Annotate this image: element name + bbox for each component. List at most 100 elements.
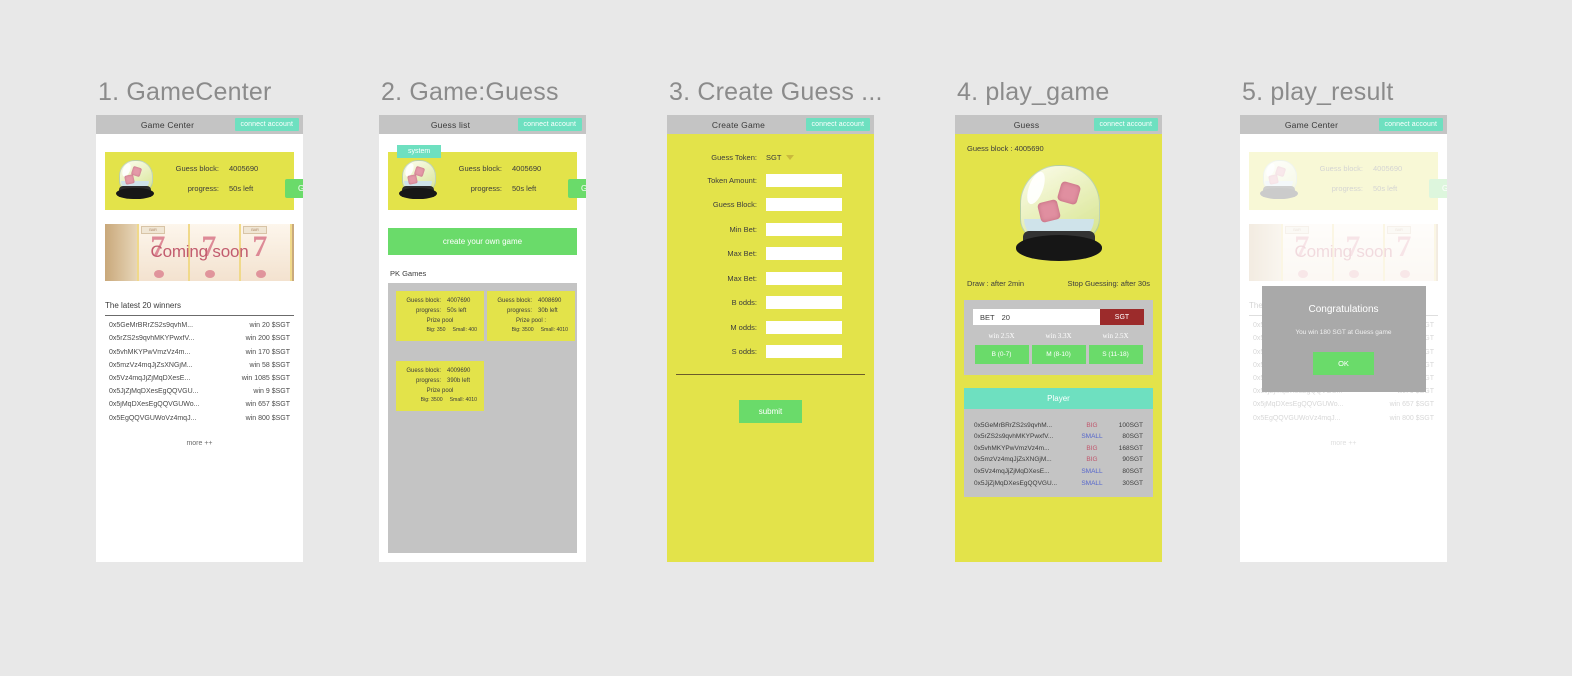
hero-info: Guess block: 4005690 progress: 50s left Gue… [1301,158,1447,204]
connect-account-button[interactable]: connect account [1093,118,1158,131]
modal-ok-button[interactable]: OK [1313,351,1374,375]
pool-big: Big: 350 [426,327,446,333]
progress-label: progress: [1331,184,1363,193]
player-address: 0x5rZS2s9qvhMKYPwxfV... [974,433,1054,441]
pool-big: Big: 3500 [511,327,534,333]
divider [676,374,865,375]
hero-info: Guess block: 4005690 progress: 50s left … [440,158,586,204]
coming-soon-banner[interactable]: BAR BAR 7 7 7 Coming soon [105,224,294,281]
guess-hero-card[interactable]: Guess block: 4005690 progress: 50s left … [105,152,303,210]
field-label: B odds: [731,298,757,307]
player-address: 0x5Vz4mqJjZjMqDXesE... [974,467,1050,475]
bet-input[interactable]: BET 20 [973,309,1100,325]
m-odds-input[interactable] [766,320,842,334]
game-body: Guess block : 4005690 Draw : after 2min … [955,134,1162,562]
winner-prize: win 800 $SGT [245,414,290,422]
bet-big-button[interactable]: B (0-7) [974,345,1029,364]
pk-game-card[interactable]: Guess block: 4009690 progress: 390b left P… [396,361,484,411]
guess-button[interactable]: Guess [285,179,303,198]
panel-title: 2. Game:Guess [381,78,559,106]
hero-block-row: Guess block: 4005690 [157,164,303,173]
winners-section: The latest 20 winners 0x5GeMrBRrZS2s9qvh… [105,301,294,447]
pk-game-card[interactable]: Guess block: 4007690 progress: 50s left Pr… [396,291,484,341]
block-value: 4005690 [229,164,259,173]
appbar: Game Center connect account [1240,115,1447,134]
congratulations-modal: Congratulations You win 180 SGT at Guess… [1261,285,1426,392]
field-label: Guess Block: [712,200,757,209]
appbar: Create Game connect account [667,115,874,134]
odds-text: win 2.5X [988,332,1015,340]
player-amount: 80SGT [1122,433,1143,441]
block-value: 4009690 [447,368,471,374]
bet-input-row: BET 20 SGT [973,309,1144,325]
guess-block-text: Guess block : 4005690 [967,144,1044,153]
connect-account-button[interactable]: connect account [234,118,299,131]
s-odds-input[interactable] [766,345,842,358]
pk-games-area: Guess block: 4007690 progress: 50s left Pr… [388,283,577,553]
hero-block-row: Guess block: 4005690 [440,164,586,173]
guess-button[interactable]: Guess [568,179,586,198]
field-label: Max Bet: [727,273,757,283]
coming-soon-banner: BAR BAR 7 7 7 Coming soon [1249,224,1438,281]
winner-address: 0x5rZS2s9qvhMKYPwxfV... [109,335,195,343]
panel-gamecenter: 1. GameCenter Game Center connect accoun… [96,78,303,562]
progress-label: progress: [415,378,441,384]
pk-game-card[interactable]: Guess block: 4008690 progress: 30b left Pr… [487,291,575,341]
max-bet-input-2[interactable] [766,271,842,285]
table-row: 0x5mzVz4mqJjZsXNGjM... win 58 $SGT [105,356,294,369]
b-odds-input[interactable] [766,296,842,309]
draw-timer: Draw : after 2min [967,279,1025,288]
bet-medium-button[interactable]: M (8-10) [1031,345,1086,364]
winner-prize: win 1085 $SGT [241,374,290,382]
connect-account-button[interactable]: connect account [805,118,870,131]
form-row: M odds: [667,320,874,334]
guess-block-input[interactable] [766,198,842,211]
winner-prize: win 800 $SGT [1389,414,1434,422]
appbar: Game Center connect account [96,115,303,134]
winners-title: The latest 20 winners [105,301,294,316]
field-label: M odds: [730,322,757,332]
player-side: BIG [1086,421,1098,429]
submit-button[interactable]: submit [738,400,803,423]
form-row: Min Bet: [667,222,874,236]
bet-small-button[interactable]: S (11-18) [1088,345,1143,364]
block-value: 4005690 [1373,164,1403,173]
hero-progress-row: progress: 50s left Guess [440,179,586,198]
sgt-token-tag[interactable]: SGT [1100,309,1144,325]
guess-hero-card[interactable]: system Guess block: 4005690 progress: 50… [388,145,586,210]
player-side: BIG [1086,456,1098,464]
player-amount: 100SGT [1118,421,1143,429]
panel-play-game: 4. play_game Guess connect account Guess… [955,78,1162,562]
max-bet-input[interactable] [766,247,842,260]
table-row: 0x5EgQQVGUWoVz4mqJ... win 800 $SGT [1249,408,1438,422]
block-label: Guess block: [1319,164,1363,173]
odds-text: win 2.5X [1102,332,1129,340]
block-label: Guess block: [458,164,502,173]
hero-progress-row: progress: 50s left Guess [157,179,303,198]
player-address: 0x5JjZjMqDXesEgQQVGU... [974,479,1058,487]
connect-account-button[interactable]: connect account [517,118,582,131]
block-label: Guess block: [406,298,441,304]
modal-message: You win 180 SGT at Guess game [1295,328,1392,336]
player-amount: 30SGT [1122,479,1143,487]
pk-games-label: PK Games [390,269,427,278]
connect-account-button[interactable]: connect account [1378,118,1443,131]
block-label: Guess block: [406,368,441,374]
more-link[interactable]: more ++ [105,440,294,447]
form-row: Max Bet: [667,247,874,260]
block-value: 4008690 [538,298,562,304]
progress-value: 50s left [229,184,254,193]
token-amount-input[interactable] [766,173,842,187]
block-label: Guess block: [175,164,219,173]
create-own-game-button[interactable]: create your own game [388,228,577,255]
min-bet-input[interactable] [766,222,842,236]
pool-small: Small: 4010 [449,397,477,403]
pool-small: Small: 4010 [540,327,568,333]
table-row: 0x5vhMKYPwVmzVz4m... win 170 $SGT [105,342,294,356]
pool-small: Small: 400 [452,327,477,333]
form-row: Guess Block: [667,198,874,211]
block-value: 4005690 [512,164,542,173]
winner-prize: win 9 $SGT [253,388,290,396]
block-value: 4007690 [447,298,471,304]
guess-token-select[interactable]: SGT [766,153,795,162]
